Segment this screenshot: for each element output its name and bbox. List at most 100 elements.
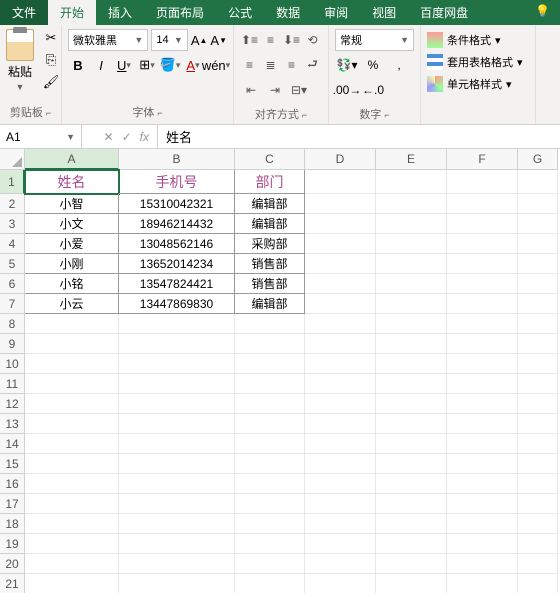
- cell-G12[interactable]: [518, 394, 558, 414]
- cell-E21[interactable]: [376, 574, 447, 593]
- border-button[interactable]: ⊞▾: [137, 54, 157, 76]
- cell-C8[interactable]: [235, 314, 305, 334]
- cell-A8[interactable]: [25, 314, 119, 334]
- cell-B10[interactable]: [119, 354, 235, 374]
- cell-G19[interactable]: [518, 534, 558, 554]
- cell-B6[interactable]: 13547824421: [119, 274, 235, 294]
- row-header-11[interactable]: 11: [0, 374, 25, 394]
- cell-G13[interactable]: [518, 414, 558, 434]
- tab-baidu[interactable]: 百度网盘: [408, 0, 480, 25]
- tab-review[interactable]: 审阅: [312, 0, 360, 25]
- cell-D18[interactable]: [305, 514, 376, 534]
- orientation-icon[interactable]: ⟲: [303, 29, 322, 51]
- cell-F16[interactable]: [447, 474, 518, 494]
- cell-D5[interactable]: [305, 254, 376, 274]
- cell-E17[interactable]: [376, 494, 447, 514]
- align-top-icon[interactable]: ⬆≡: [240, 29, 259, 51]
- cell-A20[interactable]: [25, 554, 119, 574]
- cell-E15[interactable]: [376, 454, 447, 474]
- cell-D19[interactable]: [305, 534, 376, 554]
- cell-B16[interactable]: [119, 474, 235, 494]
- tab-file[interactable]: 文件: [0, 0, 48, 25]
- cell-C1[interactable]: 部门: [235, 170, 305, 194]
- cell-C11[interactable]: [235, 374, 305, 394]
- increase-indent-icon[interactable]: ⇥: [264, 79, 286, 101]
- cell-A15[interactable]: [25, 454, 119, 474]
- cell-C13[interactable]: [235, 414, 305, 434]
- decrease-indent-icon[interactable]: ⇤: [240, 79, 262, 101]
- cell-E10[interactable]: [376, 354, 447, 374]
- cell-E18[interactable]: [376, 514, 447, 534]
- row-header-10[interactable]: 10: [0, 354, 25, 374]
- tab-insert[interactable]: 插入: [96, 0, 144, 25]
- cell-A3[interactable]: 小文: [25, 214, 119, 234]
- tab-data[interactable]: 数据: [264, 0, 312, 25]
- cell-C12[interactable]: [235, 394, 305, 414]
- cell-B18[interactable]: [119, 514, 235, 534]
- cell-D8[interactable]: [305, 314, 376, 334]
- cell-C6[interactable]: 销售部: [235, 274, 305, 294]
- cell-F1[interactable]: [447, 170, 518, 194]
- cell-A1[interactable]: 姓名: [25, 170, 119, 194]
- col-header-G[interactable]: G: [518, 149, 558, 170]
- cell-G7[interactable]: [518, 294, 558, 314]
- cell-C3[interactable]: 编辑部: [235, 214, 305, 234]
- cell-B1[interactable]: 手机号: [119, 170, 235, 194]
- cancel-icon[interactable]: ✕: [104, 130, 114, 144]
- cell-F9[interactable]: [447, 334, 518, 354]
- cell-F13[interactable]: [447, 414, 518, 434]
- decrease-font-icon[interactable]: A▼: [210, 29, 227, 51]
- row-header-14[interactable]: 14: [0, 434, 25, 454]
- cell-F2[interactable]: [447, 194, 518, 214]
- cell-B15[interactable]: [119, 454, 235, 474]
- cell-D4[interactable]: [305, 234, 376, 254]
- cell-A17[interactable]: [25, 494, 119, 514]
- cell-F17[interactable]: [447, 494, 518, 514]
- cell-F20[interactable]: [447, 554, 518, 574]
- cell-B17[interactable]: [119, 494, 235, 514]
- cell-A4[interactable]: 小爱: [25, 234, 119, 254]
- cell-E14[interactable]: [376, 434, 447, 454]
- name-box[interactable]: A1▼: [0, 125, 82, 148]
- cell-C4[interactable]: 采购部: [235, 234, 305, 254]
- cell-B4[interactable]: 13048562146: [119, 234, 235, 254]
- cell-G10[interactable]: [518, 354, 558, 374]
- cell-G6[interactable]: [518, 274, 558, 294]
- cell-A19[interactable]: [25, 534, 119, 554]
- paste-button[interactable]: 粘贴 ▼: [6, 29, 34, 92]
- cell-G2[interactable]: [518, 194, 558, 214]
- col-header-C[interactable]: C: [235, 149, 305, 170]
- cell-F19[interactable]: [447, 534, 518, 554]
- cell-D11[interactable]: [305, 374, 376, 394]
- cell-G18[interactable]: [518, 514, 558, 534]
- cell-F6[interactable]: [447, 274, 518, 294]
- align-right-icon[interactable]: ≡: [282, 54, 301, 76]
- cell-D14[interactable]: [305, 434, 376, 454]
- cell-E2[interactable]: [376, 194, 447, 214]
- increase-decimal-icon[interactable]: .00→: [335, 79, 359, 101]
- row-header-3[interactable]: 3: [0, 214, 25, 234]
- cell-G11[interactable]: [518, 374, 558, 394]
- row-header-6[interactable]: 6: [0, 274, 25, 294]
- cell-F11[interactable]: [447, 374, 518, 394]
- cell-F12[interactable]: [447, 394, 518, 414]
- cell-E1[interactable]: [376, 170, 447, 194]
- cell-D15[interactable]: [305, 454, 376, 474]
- bold-button[interactable]: B: [68, 54, 88, 76]
- cell-G1[interactable]: [518, 170, 558, 194]
- col-header-A[interactable]: A: [25, 149, 119, 170]
- row-header-17[interactable]: 17: [0, 494, 25, 514]
- cell-B19[interactable]: [119, 534, 235, 554]
- formula-input[interactable]: 姓名: [158, 125, 560, 148]
- cell-F5[interactable]: [447, 254, 518, 274]
- cell-A6[interactable]: 小铭: [25, 274, 119, 294]
- align-left-icon[interactable]: ≡: [240, 54, 259, 76]
- copy-icon[interactable]: ⎘: [42, 51, 60, 69]
- col-header-F[interactable]: F: [447, 149, 518, 170]
- cell-G16[interactable]: [518, 474, 558, 494]
- cell-D2[interactable]: [305, 194, 376, 214]
- cell-F3[interactable]: [447, 214, 518, 234]
- cell-E6[interactable]: [376, 274, 447, 294]
- cell-E13[interactable]: [376, 414, 447, 434]
- cell-F14[interactable]: [447, 434, 518, 454]
